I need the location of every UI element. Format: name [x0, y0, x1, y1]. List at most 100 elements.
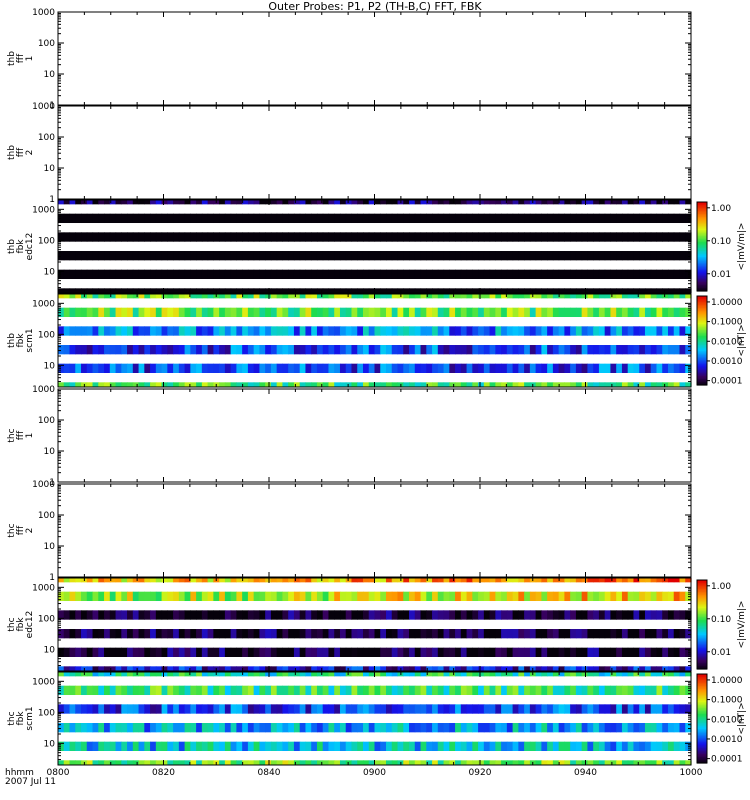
spectrogram-cell	[598, 382, 606, 387]
spectrogram-cell	[339, 704, 347, 714]
spectrogram-cell	[437, 213, 445, 224]
spectrogram-cell	[155, 326, 163, 336]
spectrogram-cell	[420, 232, 427, 242]
spectrogram-cell	[178, 610, 186, 620]
spectrogram-cell	[115, 213, 122, 224]
spectrogram-cell	[552, 326, 560, 336]
spectrogram-cell	[575, 610, 583, 620]
spectrogram-cell	[167, 363, 174, 373]
spectrogram-cell	[334, 578, 341, 583]
spectrogram-cell	[547, 666, 554, 671]
spectrogram-cell	[621, 685, 629, 696]
spectrogram-cell	[552, 294, 560, 299]
spectrogram-cell	[460, 345, 468, 355]
spectrogram-cell	[282, 200, 289, 205]
spectrogram-cell	[639, 232, 646, 242]
spectrogram-cell	[63, 578, 71, 583]
spectrogram-cell	[109, 610, 117, 620]
spectrogram-cell	[558, 723, 565, 733]
spectrogram-cell	[92, 232, 99, 242]
spectrogram-cell	[409, 666, 416, 671]
spectrogram-cell	[650, 294, 658, 299]
spectrogram-cell	[679, 685, 686, 696]
spectrogram-cell	[443, 666, 450, 671]
spectrogram-cell	[650, 200, 658, 205]
spectrogram-cell	[667, 647, 675, 657]
spectrogram-cell	[259, 382, 266, 387]
spectrogram-cell	[190, 629, 197, 639]
spectrogram-cell	[276, 672, 284, 677]
spectrogram-cell	[316, 647, 324, 657]
spectrogram-cell	[305, 326, 312, 336]
spectrogram-cell	[98, 610, 105, 620]
spectrogram-cell	[506, 647, 514, 657]
spectrogram-cell	[63, 345, 71, 355]
spectrogram-cell	[644, 251, 652, 261]
spectrogram-cell	[380, 610, 387, 620]
spectrogram-cell	[219, 326, 226, 336]
spectrogram-cell	[489, 578, 496, 583]
spectrogram-cell	[420, 213, 427, 224]
spectrogram-cell	[253, 200, 260, 205]
spectrogram-cell	[426, 723, 433, 733]
spectrogram-cell	[512, 382, 519, 387]
spectrogram-cell	[633, 232, 640, 242]
spectrogram-cell	[575, 685, 583, 696]
spectrogram-cell	[621, 741, 629, 751]
panel-thc-fbk-edc12: 101001000thcfbkedc120.010.101.00<|mV/m|>	[7, 577, 747, 672]
spectrogram-cell	[362, 307, 370, 318]
spectrogram-cell	[644, 363, 652, 373]
spectrogram-cell	[138, 760, 145, 765]
spectrogram-cell	[288, 251, 295, 261]
spectrogram-cell	[679, 741, 686, 751]
spectrogram-cell	[604, 647, 612, 657]
spectrogram-cell	[98, 760, 105, 765]
y-tick-label: 10	[44, 447, 56, 457]
spectrogram-cell	[213, 213, 220, 224]
spectrogram-cell	[489, 269, 496, 279]
spectrogram-cell	[196, 591, 203, 602]
spectrogram-cell	[380, 326, 387, 336]
spectrogram-cell	[443, 200, 450, 205]
spectrogram-cell	[115, 672, 122, 677]
spectrogram-cell	[322, 232, 330, 242]
spectrogram-cell	[161, 591, 168, 602]
spectrogram-cell	[575, 723, 583, 733]
spectrogram-cell	[656, 741, 663, 751]
spectrogram-cell	[121, 760, 128, 765]
spectrogram-cell	[621, 591, 629, 602]
spectrogram-cell	[552, 251, 560, 261]
spectrogram-cell	[489, 307, 496, 318]
spectrogram-cell	[81, 647, 88, 657]
spectrogram-cell	[558, 591, 565, 602]
spectrogram-cell	[466, 647, 473, 657]
y-tick-label: 10	[44, 739, 56, 749]
spectrogram-cell	[414, 288, 422, 293]
spectrogram-cell	[391, 200, 399, 205]
spectrogram-cell	[610, 345, 617, 355]
spectrogram-cell	[443, 672, 450, 677]
spectrogram-cell	[432, 200, 439, 205]
spectrogram-cell	[282, 685, 289, 696]
spectrogram-cell	[414, 213, 422, 224]
spectrogram-cell	[138, 647, 145, 657]
spectrogram-cell	[489, 591, 496, 602]
spectrogram-cell	[495, 723, 502, 733]
spectrogram-cell	[391, 610, 399, 620]
spectrogram-cell	[529, 326, 537, 336]
spectrogram-cell	[104, 666, 111, 671]
spectrogram-cell	[253, 704, 260, 714]
colorbar-tick-label: 0.10	[711, 237, 731, 247]
spectrogram-cell	[328, 647, 335, 657]
spectrogram-cell	[173, 232, 180, 242]
spectrogram-cell	[58, 200, 65, 205]
spectrogram-cell	[265, 685, 272, 696]
spectrogram-cell	[104, 591, 111, 602]
spectrogram-cell	[466, 288, 473, 293]
spectrogram-cell	[328, 251, 335, 261]
spectrogram-cell	[524, 578, 531, 583]
spectrogram-cell	[673, 629, 681, 639]
spectrogram-cell	[598, 232, 606, 242]
spectrogram-cell	[167, 741, 174, 751]
spectrogram-cell	[178, 363, 186, 373]
